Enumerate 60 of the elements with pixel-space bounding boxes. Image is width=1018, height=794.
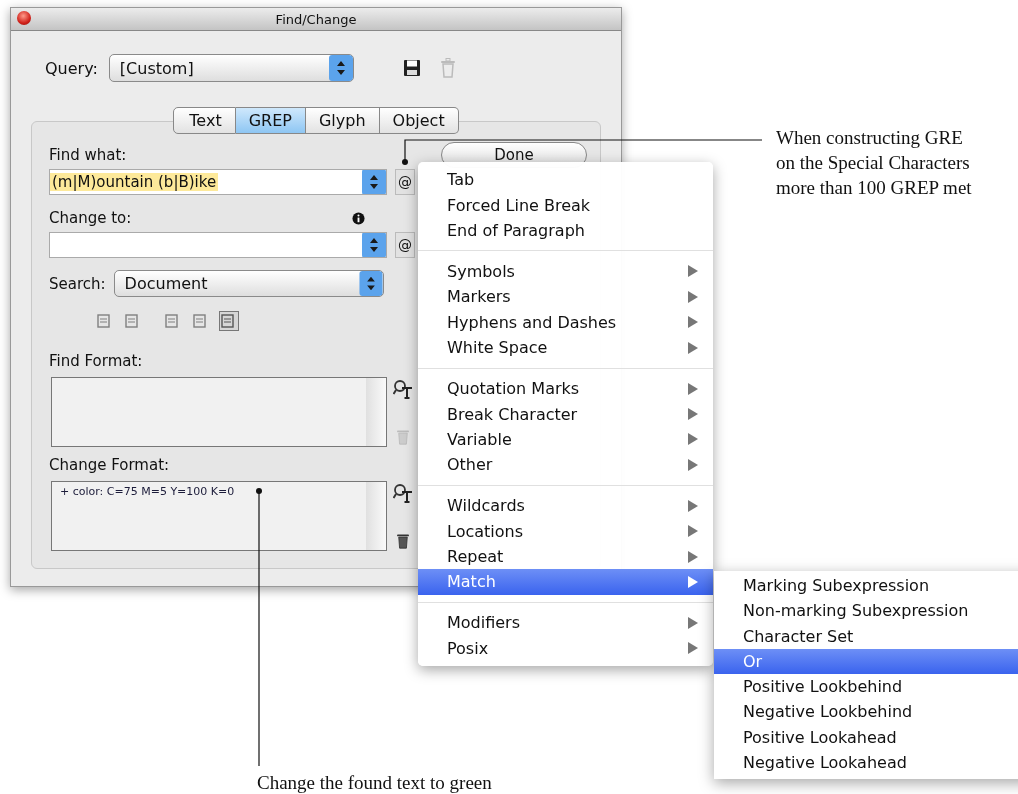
tab[interactable]: Object: [379, 107, 459, 134]
menu-item[interactable]: Modifiers: [418, 610, 713, 636]
scrollbar[interactable]: [366, 378, 386, 446]
menu-item[interactable]: Positive Lookahead: [714, 724, 1018, 751]
trash-icon[interactable]: [396, 532, 410, 549]
stepper-icon: [362, 170, 386, 194]
menu-item[interactable]: End of Paragraph: [418, 217, 713, 244]
magnifier-type-icon[interactable]: [393, 483, 413, 503]
menu-item[interactable]: Negative Lookbehind: [714, 699, 1018, 725]
callout-text: on the Special Characters: [776, 151, 971, 175]
menu-item[interactable]: Other: [418, 452, 713, 478]
callout-text: more than 100 GREP met: [776, 176, 972, 200]
tab[interactable]: GREP: [235, 107, 306, 134]
special-characters-button[interactable]: @: [395, 232, 415, 258]
scrollbar[interactable]: [366, 482, 386, 550]
menu-item[interactable]: Variable: [418, 426, 713, 453]
menu-item[interactable]: Positive Lookbehind: [714, 674, 1018, 700]
close-button[interactable]: [17, 11, 31, 25]
tab[interactable]: Text: [173, 107, 236, 134]
window-title: Find/Change: [275, 11, 357, 27]
menu-item[interactable]: Break Character: [418, 401, 713, 427]
menu-item[interactable]: Match: [418, 569, 713, 595]
change-to-label: Change to:: [49, 208, 132, 228]
find-what-label: Find what:: [49, 145, 127, 165]
search-option-toggle[interactable]: [219, 311, 239, 331]
stepper-icon: [362, 233, 386, 257]
change-format-text: + color: C=75 M=5 Y=100 K=0: [60, 485, 235, 498]
menu-item[interactable]: Symbols: [418, 258, 713, 285]
menu-item[interactable]: White Space: [418, 334, 713, 361]
menu-item[interactable]: Markers: [418, 284, 713, 310]
find-format-label: Find Format:: [49, 351, 143, 371]
menu-item[interactable]: Negative Lookahead: [714, 750, 1018, 776]
save-icon[interactable]: [402, 59, 421, 77]
menu-item[interactable]: Or: [714, 648, 1018, 675]
tab[interactable]: Glyph: [305, 107, 380, 134]
menu-item[interactable]: Quotation Marks: [418, 375, 713, 402]
change-to-field[interactable]: [49, 232, 387, 258]
change-format-label: Change Format:: [49, 455, 170, 475]
info-icon: [352, 211, 365, 225]
stepper-icon: [328, 55, 353, 81]
callout-text: Change the found text to green: [257, 771, 492, 794]
menu-item[interactable]: Hyphens and Dashes: [418, 309, 713, 335]
query-label: Query:: [45, 58, 98, 78]
menu-item[interactable]: Non-marking Subexpression: [714, 598, 1018, 624]
menu-item[interactable]: Locations: [418, 518, 713, 544]
magnifier-type-icon[interactable]: [393, 379, 413, 399]
menu-item[interactable]: Repeat: [418, 543, 713, 570]
callout-text: When constructing GRE: [776, 126, 964, 150]
query-dropdown[interactable]: [Custom]: [108, 54, 354, 82]
stepper-icon: [358, 271, 383, 296]
search-label: Search:: [49, 273, 106, 294]
menu-item[interactable]: Wildcards: [418, 493, 713, 519]
menu-item[interactable]: Forced Line Break: [418, 192, 713, 218]
menu-item[interactable]: Marking Subexpression: [714, 573, 1018, 599]
special-characters-button[interactable]: @: [395, 169, 415, 195]
menu-item[interactable]: Character Set: [714, 623, 1018, 649]
search-dropdown[interactable]: Document: [113, 270, 384, 297]
find-what-field[interactable]: (m|M)ountain (b|B)ike: [49, 169, 387, 195]
menu-item[interactable]: Posix: [418, 635, 713, 661]
menu-item[interactable]: Tab: [418, 167, 713, 193]
